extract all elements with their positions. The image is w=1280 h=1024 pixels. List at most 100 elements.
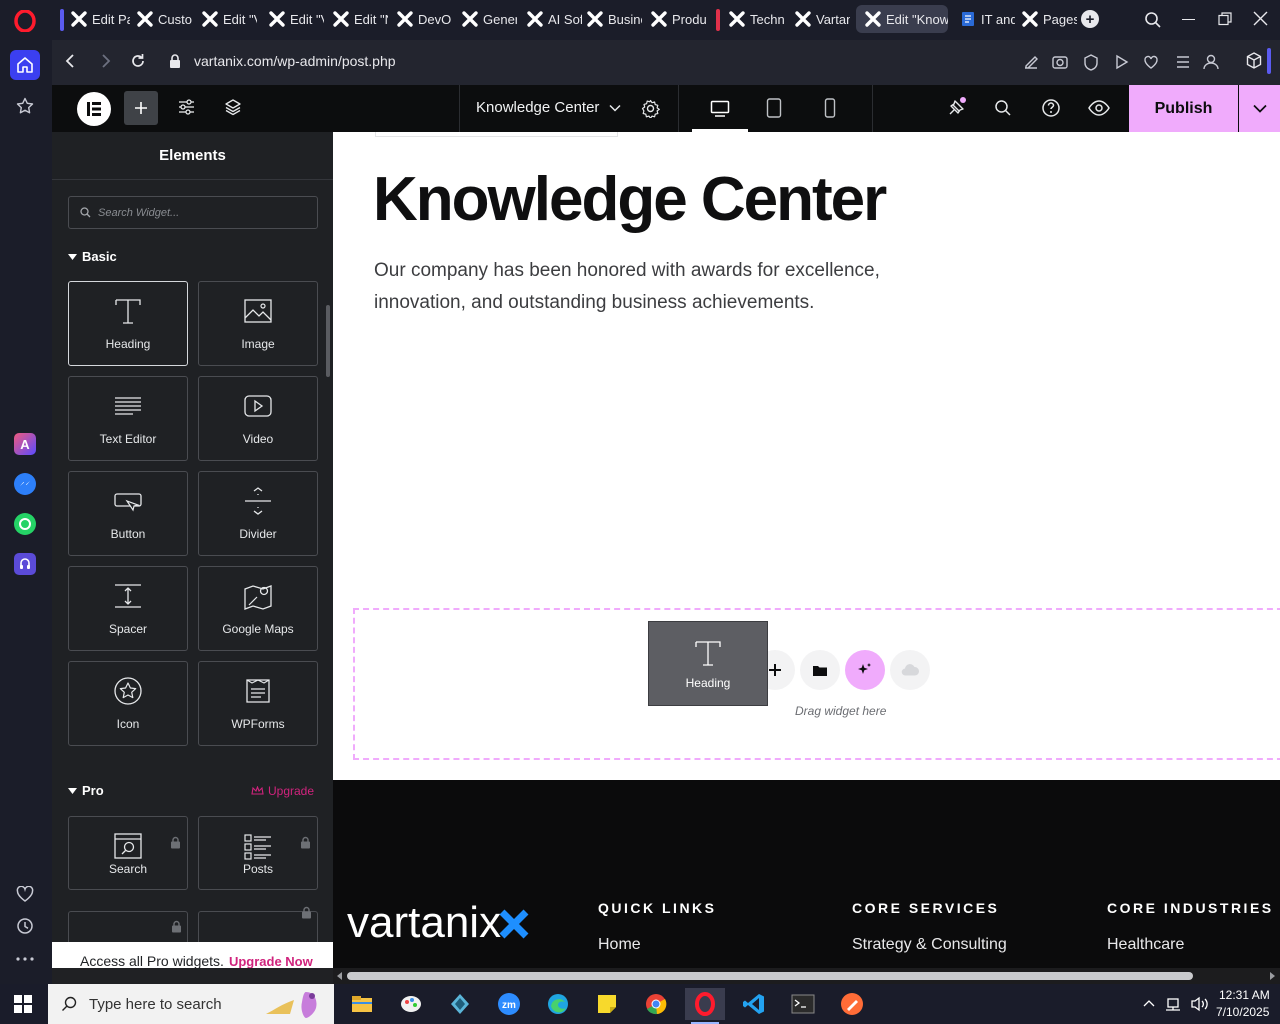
favorites-heart-icon[interactable] xyxy=(10,879,40,909)
vscode-icon[interactable] xyxy=(734,988,774,1020)
home-icon[interactable] xyxy=(10,50,40,80)
browser-tab[interactable]: Edit "V xyxy=(193,5,257,33)
sticky-notes-icon[interactable] xyxy=(587,988,627,1020)
page-settings-gear-icon[interactable] xyxy=(641,99,660,118)
tray-icons[interactable] xyxy=(1142,996,1210,1012)
footer-link[interactable]: Healthcare xyxy=(1107,936,1184,954)
extensions-cube-icon[interactable] xyxy=(1246,52,1262,70)
widget-spacer[interactable]: Spacer xyxy=(68,566,188,651)
browser-tab[interactable]: Busine xyxy=(578,5,642,33)
file-explorer-icon[interactable] xyxy=(342,988,382,1020)
help-icon[interactable] xyxy=(1041,98,1061,118)
bookmarks-star-icon[interactable] xyxy=(10,91,40,121)
publish-button[interactable]: Publish xyxy=(1129,85,1238,132)
elementor-x-icon xyxy=(269,11,285,27)
widget-video[interactable]: Video xyxy=(198,376,318,461)
taskbar-search-box[interactable]: Type here to search xyxy=(48,984,334,1024)
widget-image[interactable]: Image xyxy=(198,281,318,366)
widget-posts[interactable]: Posts xyxy=(198,816,318,890)
clock-time[interactable]: 12:31 AM xyxy=(1219,988,1270,1002)
upgrade-link[interactable]: Upgrade xyxy=(251,784,314,798)
page-heading[interactable]: Knowledge Center xyxy=(373,164,887,235)
ai-generate-button[interactable] xyxy=(845,650,885,690)
opera-icon[interactable] xyxy=(685,988,725,1024)
elementor-x-icon xyxy=(137,11,153,27)
browser-tab[interactable]: Gener xyxy=(453,5,517,33)
add-element-button[interactable] xyxy=(124,91,158,125)
horizontal-scrollbar[interactable] xyxy=(333,968,1280,984)
basic-section-toggle[interactable]: Basic xyxy=(68,249,117,264)
footer-link[interactable]: Home xyxy=(598,936,641,954)
browser-tab[interactable]: AI Sof xyxy=(518,5,582,33)
widget-search[interactable]: Search xyxy=(68,816,188,890)
postman-icon[interactable] xyxy=(832,988,872,1020)
page-name-dropdown[interactable]: Knowledge Center xyxy=(476,99,621,116)
tab-search-icon[interactable] xyxy=(1144,11,1162,29)
cloud-library-button[interactable] xyxy=(890,650,930,690)
chevron-down-icon xyxy=(609,104,621,112)
more-dots-icon[interactable] xyxy=(10,944,40,974)
browser-tab[interactable]: DevOp xyxy=(388,5,452,33)
tablet-view-button[interactable] xyxy=(766,98,782,118)
reload-button[interactable] xyxy=(130,53,146,69)
notifications-pin-icon[interactable] xyxy=(946,96,968,118)
forward-button[interactable] xyxy=(100,53,112,69)
structure-layers-icon[interactable] xyxy=(224,98,242,116)
browser-tab[interactable]: Pages xyxy=(1013,5,1077,33)
browser-tab[interactable]: Custor xyxy=(128,5,192,33)
page-description[interactable]: Our company has been honored with awards… xyxy=(374,255,934,319)
app-diamond-icon[interactable] xyxy=(440,988,480,1020)
panel-scrollbar[interactable] xyxy=(326,305,330,377)
terminal-icon[interactable] xyxy=(783,988,823,1020)
messenger-icon[interactable] xyxy=(10,469,40,499)
page-canvas: Knowledge Center Our company has been ho… xyxy=(333,132,1280,780)
site-settings-sliders-icon[interactable] xyxy=(178,99,195,115)
aria-ai-icon[interactable]: A xyxy=(10,429,40,459)
finder-search-icon[interactable] xyxy=(994,99,1012,117)
widget-search-input[interactable]: Search Widget... xyxy=(68,196,318,229)
preview-eye-icon[interactable] xyxy=(1088,99,1110,117)
browser-tab[interactable]: Edit Pa xyxy=(62,5,130,33)
browser-tab[interactable]: IT and xyxy=(951,5,1015,33)
browser-tab[interactable]: Edit "Knowle xyxy=(856,5,948,33)
widget-icon[interactable]: Icon xyxy=(68,661,188,746)
whatsapp-icon[interactable] xyxy=(10,509,40,539)
minimize-button[interactable] xyxy=(1182,19,1195,20)
browser-tab[interactable]: Edit "N xyxy=(324,5,388,33)
publish-options-button[interactable] xyxy=(1239,85,1280,132)
close-window-button[interactable] xyxy=(1253,11,1268,26)
restore-button[interactable] xyxy=(1218,12,1232,26)
upgrade-now-link[interactable]: Upgrade Now xyxy=(229,954,313,969)
desktop-view-button[interactable] xyxy=(692,85,748,132)
widget-button[interactable]: Button xyxy=(68,471,188,556)
back-button[interactable] xyxy=(64,53,76,69)
paint-icon[interactable] xyxy=(391,988,431,1020)
footer-link[interactable]: Strategy & Consulting xyxy=(852,936,1007,954)
wpforms-icon xyxy=(246,679,270,703)
pro-section-toggle[interactable]: Pro xyxy=(68,783,104,798)
add-template-button[interactable] xyxy=(800,650,840,690)
zoom-icon[interactable]: zm xyxy=(489,988,529,1020)
new-tab-button[interactable]: + xyxy=(1081,10,1099,28)
widget-google-maps[interactable]: Google Maps xyxy=(198,566,318,651)
opera-logo-icon[interactable] xyxy=(14,10,36,32)
widget-text-editor[interactable]: Text Editor xyxy=(68,376,188,461)
widget-wpforms[interactable]: WPForms xyxy=(198,661,318,746)
music-player-icon[interactable] xyxy=(10,549,40,579)
browser-tab[interactable]: Vartan xyxy=(786,5,850,33)
mobile-view-button[interactable] xyxy=(824,98,836,118)
history-clock-icon[interactable] xyxy=(10,911,40,941)
widget-heading[interactable]: Heading xyxy=(68,281,188,366)
clock-date[interactable]: 7/10/2025 xyxy=(1216,1005,1269,1019)
browser-tab[interactable]: Techno xyxy=(720,5,784,33)
chrome-icon[interactable] xyxy=(636,988,676,1020)
page-name: Knowledge Center xyxy=(476,99,600,116)
footer-logo[interactable]: vartanix xyxy=(347,898,501,948)
widget-divider[interactable]: Divider xyxy=(198,471,318,556)
windows-start-icon[interactable] xyxy=(14,995,32,1013)
edge-icon[interactable] xyxy=(538,988,578,1020)
browser-tab[interactable]: Produ xyxy=(642,5,706,33)
url-field[interactable]: vartanix.com/wp-admin/post.php xyxy=(194,53,396,69)
browser-tab[interactable]: Edit "V xyxy=(260,5,324,33)
elementor-logo-icon[interactable] xyxy=(77,92,111,126)
